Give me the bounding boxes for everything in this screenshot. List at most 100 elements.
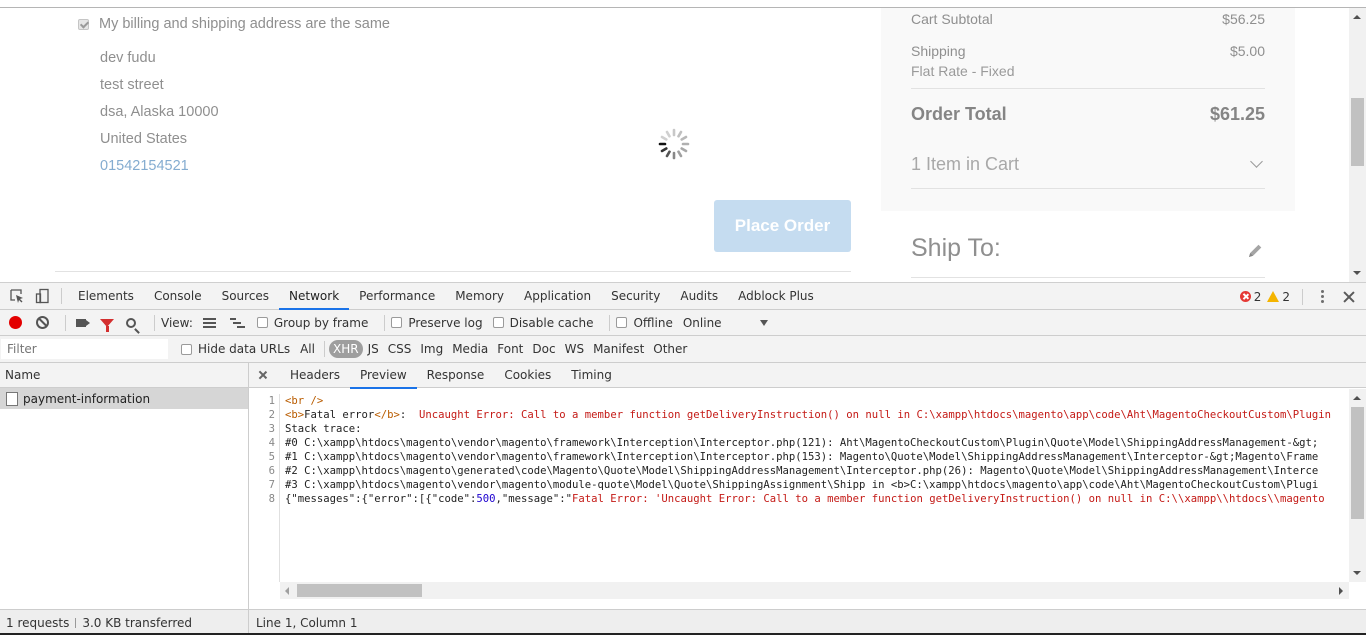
filter-type-media[interactable]: Media <box>448 340 492 358</box>
filter-type-js[interactable]: JS <box>364 340 383 358</box>
tab-sources[interactable]: Sources <box>212 283 279 309</box>
filter-icon[interactable] <box>100 318 114 332</box>
more-options-icon[interactable] <box>1321 290 1324 303</box>
address-city: dsa, Alaska 10000 <box>100 104 219 120</box>
address-phone-link[interactable]: 01542154521 <box>100 158 189 174</box>
scroll-left-arrow-icon[interactable] <box>285 587 289 595</box>
search-icon[interactable] <box>126 317 136 328</box>
tab-audits[interactable]: Audits <box>670 283 728 309</box>
group-by-frame-checkbox[interactable] <box>256 317 268 328</box>
line-number: 6 <box>268 465 275 477</box>
code-line: Stack trace: <box>285 423 362 435</box>
scroll-up-arrow-icon[interactable] <box>1353 15 1361 19</box>
inspect-element-icon[interactable] <box>9 288 25 304</box>
devtools-tab-bar: Elements Console Sources Network Perform… <box>0 283 1366 310</box>
tab-adblock-plus[interactable]: Adblock Plus <box>728 283 824 309</box>
devtools-right-controls: 2 2 <box>1239 283 1366 310</box>
page-scrollbar[interactable] <box>1349 8 1366 282</box>
preview-horizontal-scrollbar[interactable] <box>280 582 1349 599</box>
address-street: test street <box>100 77 164 93</box>
overview-icon[interactable] <box>229 317 245 328</box>
cart-subtotal-value: $56.25 <box>1222 11 1265 27</box>
separator <box>1302 288 1303 305</box>
throttling-select[interactable]: Online <box>683 316 722 330</box>
scroll-right-arrow-icon[interactable] <box>1339 587 1343 595</box>
scrollbar-thumb[interactable] <box>1351 98 1364 166</box>
code-lines: <br /> <b>Fatal error</b>: Uncaught Error… <box>285 394 1331 506</box>
filter-type-ws[interactable]: WS <box>561 340 588 358</box>
shipping-label: Shipping <box>911 43 966 59</box>
tab-headers[interactable]: Headers <box>280 363 350 388</box>
group-by-frame-label: Group by frame <box>273 315 369 330</box>
tab-security[interactable]: Security <box>601 283 670 309</box>
hide-data-urls-checkbox[interactable] <box>181 343 192 355</box>
close-detail-icon[interactable] <box>258 370 268 380</box>
scrollbar-thumb[interactable] <box>1351 407 1364 519</box>
offline-checkbox[interactable] <box>616 317 628 328</box>
separator <box>384 314 386 331</box>
detail-tab-bar: Headers Preview Response Cookies Timing <box>249 363 1366 389</box>
tab-response[interactable]: Response <box>417 363 495 388</box>
line-number: 1 <box>268 395 275 407</box>
filter-type-xhr[interactable]: XHR <box>328 340 363 358</box>
billing-same-checkbox[interactable] <box>78 18 89 30</box>
shipping-method: Flat Rate - Fixed <box>911 63 1015 79</box>
separator <box>154 314 155 331</box>
preview-vertical-scrollbar[interactable] <box>1349 389 1366 582</box>
separator <box>75 617 77 628</box>
line-number: 8 <box>268 493 275 505</box>
transferred-size: 3.0 KB transferred <box>82 615 192 630</box>
scroll-down-arrow-icon[interactable] <box>1353 571 1361 575</box>
divider <box>911 88 1265 89</box>
filter-type-doc[interactable]: Doc <box>528 340 559 358</box>
tab-timing[interactable]: Timing <box>561 363 622 388</box>
device-toolbar-icon[interactable] <box>35 288 51 304</box>
preserve-log-checkbox[interactable] <box>391 317 403 328</box>
tab-performance[interactable]: Performance <box>349 283 445 309</box>
tab-console[interactable]: Console <box>144 283 212 309</box>
request-count: 1 requests <box>6 615 70 630</box>
filter-type-css[interactable]: CSS <box>384 340 416 358</box>
error-count[interactable]: 2 <box>1254 290 1262 304</box>
address-name: dev fudu <box>100 50 156 66</box>
tab-elements[interactable]: Elements <box>68 283 144 309</box>
tab-memory[interactable]: Memory <box>445 283 514 309</box>
billing-same-checkbox-row[interactable]: My billing and shipping address are the … <box>78 16 390 32</box>
name-column-header[interactable]: Name <box>0 363 248 388</box>
request-row[interactable]: payment-information <box>0 388 248 409</box>
filter-type-img[interactable]: Img <box>416 340 447 358</box>
filter-type-other[interactable]: Other <box>649 340 691 358</box>
scrollbar-thumb[interactable] <box>297 584 422 597</box>
filter-type-manifest[interactable]: Manifest <box>589 340 648 358</box>
place-order-button[interactable]: Place Order <box>714 200 851 252</box>
divider <box>911 188 1265 189</box>
filter-type-all[interactable]: All <box>296 340 319 358</box>
order-total-row: Order Total $61.25 <box>911 104 1265 125</box>
tab-cookies[interactable]: Cookies <box>494 363 561 388</box>
line-number: 7 <box>268 479 275 491</box>
filter-type-font[interactable]: Font <box>493 340 527 358</box>
clear-icon[interactable] <box>36 316 49 329</box>
tab-network[interactable]: Network <box>279 283 350 310</box>
scroll-up-arrow-icon[interactable] <box>1353 396 1361 400</box>
close-devtools-icon[interactable] <box>1342 290 1356 304</box>
edit-pencil-icon[interactable] <box>1246 242 1264 260</box>
scroll-down-arrow-icon[interactable] <box>1353 271 1361 275</box>
filter-input[interactable] <box>1 339 168 359</box>
dropdown-arrow-icon[interactable] <box>759 319 768 326</box>
warning-icon[interactable] <box>1267 291 1280 302</box>
tab-application[interactable]: Application <box>514 283 601 309</box>
line-number: 2 <box>268 409 275 421</box>
items-in-cart-toggle[interactable]: 1 Item in Cart <box>911 154 1265 175</box>
preview-code[interactable]: 1 2 3 4 5 6 7 8 <br /> <b>Fatal error</b>: Uncau… <box>249 389 1349 582</box>
warning-count[interactable]: 2 <box>1282 290 1290 304</box>
code-line: <b>Fatal error</b>: Uncaught Error: Call… <box>285 409 1332 421</box>
separator <box>323 341 325 357</box>
tab-preview[interactable]: Preview <box>349 363 417 389</box>
record-icon[interactable] <box>9 316 22 329</box>
order-total-value: $61.25 <box>1209 104 1265 124</box>
large-rows-icon[interactable] <box>202 317 216 328</box>
disable-cache-checkbox[interactable] <box>492 317 504 328</box>
error-icon[interactable] <box>1239 291 1251 302</box>
capture-screenshots-icon[interactable] <box>76 318 86 327</box>
